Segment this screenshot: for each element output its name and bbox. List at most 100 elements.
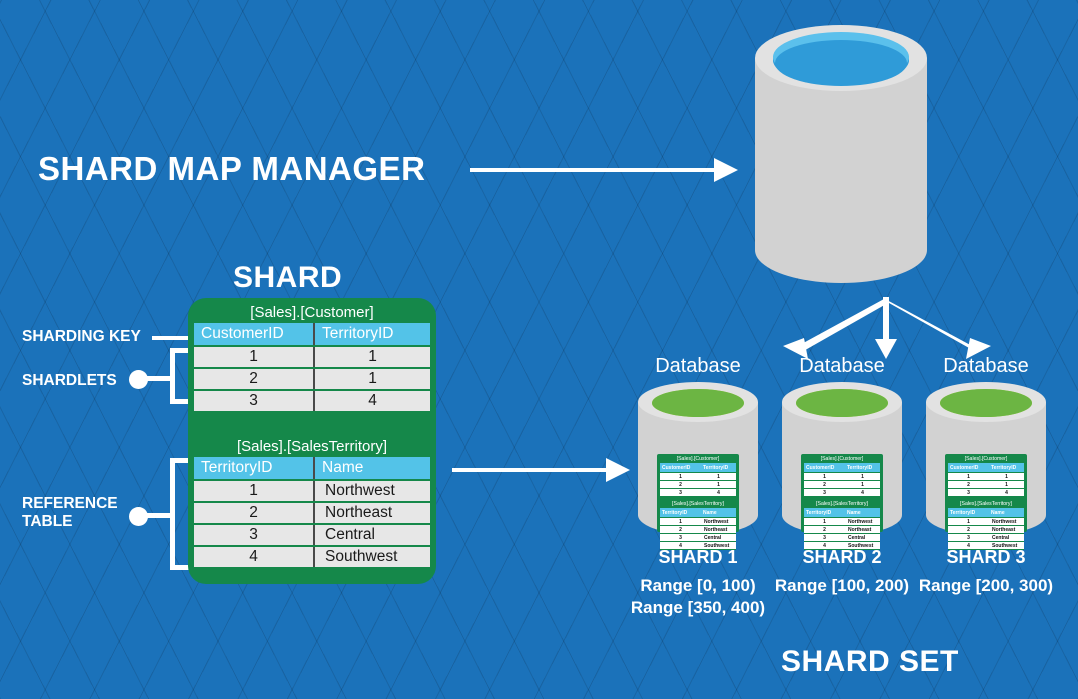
mini-territory-caption: [Sales].[SalesTerritory] [960,501,1012,507]
cell-name: Southwest [989,541,1024,550]
table-row: 3 Central [660,533,736,542]
cell-territoryid: 3 [660,533,701,542]
column-header-customerid: CustomerID [660,463,701,473]
table-row: 1 Northwest [660,517,736,526]
table-row: 2 Northeast [660,525,736,534]
shard-name: SHARD 2 [802,547,882,567]
cell-customerid: 2 [660,480,701,489]
territory-table: TerritoryID Name 1 Northwest 2 Northeast… [194,457,430,569]
shard-range: Range [100, 200) [774,576,910,595]
table-row: 2 Northeast [948,525,1024,534]
cell-territoryid: 4 [314,390,430,413]
cell-name: Southwest [845,541,880,550]
table-row: 2 1 [194,368,430,391]
shard-cylinder: [Sales].[Customer] CustomerID TerritoryID… [926,382,1046,550]
cell-territoryid: 1 [989,480,1024,489]
cell-territoryid: 1 [804,517,845,526]
shard-name: SHARD 1 [658,547,738,567]
reference-table-label: REFERENCE TABLE [22,495,142,532]
table-row: 11 [660,472,736,481]
cell-name: Central [701,533,736,542]
cell-customerid: 1 [804,472,845,481]
cell-territoryid: 1 [660,517,701,526]
mini-customer-table: CustomerID TerritoryID 11 21 34 [660,463,736,497]
table-header-row: CustomerID TerritoryID [948,463,1024,473]
shard-group-2: Database [Sales].[Customer] CustomerID Te… [762,355,922,597]
cell-name: Northeast [314,502,430,525]
cell-customerid: 3 [948,488,989,497]
cell-name: Northeast [989,525,1024,534]
shard-group-3: Database [Sales].[Customer] CustomerID Te… [906,355,1066,597]
column-header-territoryid: TerritoryID [804,508,845,518]
mini-territory-caption: [Sales].[SalesTerritory] [672,501,724,507]
cell-name: Southwest [314,546,430,569]
cell-name: Northwest [314,480,430,503]
mini-territory-caption: [Sales].[SalesTerritory] [816,501,868,507]
shardlets-label: SHARDLETS [22,372,117,389]
shard-cylinder: [Sales].[Customer] CustomerID TerritoryID… [638,382,758,550]
table-row: 4 Southwest [804,541,880,550]
cell-name: Northwest [845,517,880,526]
column-header-territoryid: TerritoryID [845,463,880,473]
reference-table-bracket-vertical [170,458,175,570]
column-header-territoryid: TerritoryID [701,463,736,473]
cell-name: Northeast [845,525,880,534]
table-row: 21 [948,480,1024,489]
shard-map-manager-title: SHARD MAP MANAGER [38,150,426,187]
mini-customer-caption: [Sales].[Customer] [820,456,864,462]
table-row: 1 Northwest [948,517,1024,526]
cell-territoryid: 1 [314,368,430,391]
table-row: 21 [660,480,736,489]
shard-group-1: Database [Sales].[Customer] CustomerID Te… [618,355,778,620]
cell-customerid: 3 [804,488,845,497]
table-row: 3 Central [194,524,430,547]
cell-customerid: 2 [948,480,989,489]
column-header-territoryid: TerritoryID [989,463,1024,473]
reference-table-label-line1: REFERENCE [22,495,118,512]
cell-territoryid: 3 [804,533,845,542]
table-header-row: TerritoryID Name [194,457,430,481]
table-row: 3 Central [948,533,1024,542]
cell-customerid: 3 [660,488,701,497]
cell-territoryid: 2 [194,502,315,525]
cell-name: Central [989,533,1024,542]
column-header-territoryid: TerritoryID [194,457,315,481]
table-row: 4 Southwest [194,546,430,569]
cell-customerid: 3 [194,390,315,413]
cell-territoryid: 1 [701,472,736,481]
cell-name: Central [314,524,430,547]
cell-territoryid: 1 [845,480,880,489]
column-header-customerid: CustomerID [948,463,989,473]
cell-name: Northwest [989,517,1024,526]
database-label: Database [799,355,885,377]
column-header-name: Name [701,508,736,518]
sharding-key-label: SHARDING KEY [22,328,141,345]
table-row: 3 4 [194,390,430,413]
table-header-row: TerritoryID Name [804,508,880,518]
customer-table-caption: [Sales].[Customer] [250,304,374,321]
cell-name: Northeast [701,525,736,534]
table-row: 2 Northeast [804,525,880,534]
mini-customer-table: CustomerID TerritoryID 11 21 34 [804,463,880,497]
table-row: 11 [804,472,880,481]
cell-territoryid: 1 [845,472,880,481]
cell-territoryid: 4 [989,488,1024,497]
cell-territoryid: 4 [948,541,989,550]
cell-name: Southwest [701,541,736,550]
table-header-row: CustomerID TerritoryID [660,463,736,473]
table-row: 4 Southwest [948,541,1024,550]
cell-territoryid: 1 [989,472,1024,481]
cell-territoryid: 2 [948,525,989,534]
shard-range: Range [0, 100) [640,576,756,595]
cell-customerid: 1 [194,346,315,369]
shard-card: [Sales].[Customer] CustomerID TerritoryI… [188,298,436,584]
table-header-row: TerritoryID Name [948,508,1024,518]
mini-customer-table: CustomerID TerritoryID 11 21 34 [948,463,1024,497]
mini-territory-table: TerritoryID Name 1 Northwest 2 Northeast 3C… [804,508,880,550]
table-row: 1 Northwest [804,517,880,526]
database-label: Database [655,355,741,377]
table-row: 34 [804,488,880,497]
mini-customer-caption: [Sales].[Customer] [676,456,720,462]
cell-territoryid: 4 [701,488,736,497]
shard-cylinder: [Sales].[Customer] CustomerID TerritoryID… [782,382,902,550]
